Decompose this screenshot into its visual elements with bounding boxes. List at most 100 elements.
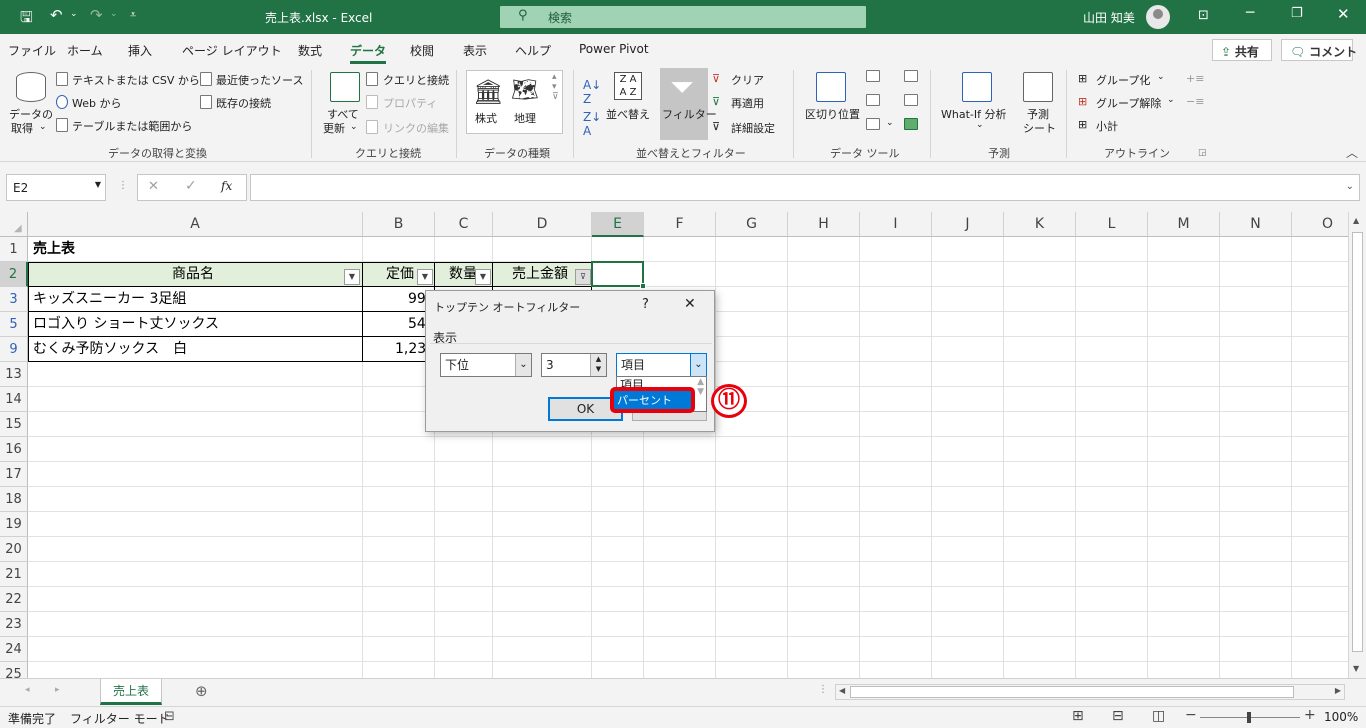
name-box[interactable]: E2 ▼ (6, 174, 106, 201)
advanced-button[interactable]: 詳細設定 (731, 120, 775, 136)
expand-formula-icon[interactable]: ⌄ (1346, 181, 1354, 192)
tab-formulas[interactable]: 数式 (298, 42, 322, 59)
recent-sources-button[interactable]: 最近使ったソース (216, 72, 303, 88)
col-header-g[interactable]: G (716, 212, 788, 237)
consolidate-icon[interactable] (904, 70, 918, 82)
tab-view[interactable]: 表示 (463, 42, 487, 59)
tab-home[interactable]: ホーム (67, 42, 103, 59)
edit-links-button[interactable]: リンクの編集 (383, 120, 449, 136)
col-header-d[interactable]: D (493, 212, 592, 237)
scroll-up-icon[interactable]: ▲ (1353, 216, 1359, 225)
add-sheet-icon[interactable]: ⊕ (195, 682, 208, 700)
col-header-n[interactable]: N (1220, 212, 1292, 237)
advanced-filter-icon[interactable]: ⊽ (712, 120, 720, 133)
save-icon[interactable]: 🖫 (20, 7, 33, 32)
undo-icon[interactable]: ↶ (50, 6, 63, 24)
cell-c2[interactable]: 数量 (449, 262, 477, 287)
search-box[interactable]: ⚲ 検索 (500, 6, 866, 28)
data-validation-icon[interactable] (866, 118, 880, 130)
queries-connections-button[interactable]: クエリと接続 (383, 72, 449, 88)
existing-connections-button[interactable]: 既存の接続 (216, 95, 271, 111)
active-cell-e2[interactable] (591, 261, 644, 287)
dialog-help-button[interactable]: ? (642, 297, 649, 312)
cell-a3[interactable]: キッズスニーカー 3足組 (33, 287, 186, 312)
fill-handle[interactable] (640, 283, 646, 289)
row-header-3[interactable]: 3 (0, 287, 28, 312)
sort-az-icon[interactable]: A↓ Z (583, 78, 601, 106)
col-header-i[interactable]: I (860, 212, 932, 237)
macro-record-icon[interactable]: ⊟ (164, 709, 175, 724)
confirm-entry-icon[interactable]: ✓ (185, 178, 197, 194)
horizontal-scrollbar[interactable]: ◀ ▶ (835, 684, 1345, 700)
ungroup-chevron-icon[interactable]: ⌄ (1167, 95, 1175, 105)
unit-select[interactable]: 項目 ⌄ (616, 353, 707, 377)
sort-icon[interactable]: Z AA Z (614, 72, 642, 100)
row-header-22[interactable]: 22 (0, 587, 28, 612)
clear-filter-icon[interactable]: ⊽ (712, 72, 720, 85)
scroll-left-icon[interactable]: ◀ (839, 686, 845, 695)
tab-insert[interactable]: 挿入 (128, 42, 152, 59)
col-header-h[interactable]: H (788, 212, 860, 237)
tab-power-pivot[interactable]: Power Pivot (579, 42, 649, 56)
minimize-icon[interactable]: ─ (1246, 5, 1254, 21)
spinner-buttons[interactable]: ▲ ▼ (590, 354, 606, 376)
insert-function-icon[interactable]: fx (221, 179, 232, 193)
scroll-right-icon[interactable]: ▶ (1335, 686, 1341, 695)
text-csv-button[interactable]: テキストまたは CSV から (72, 72, 200, 88)
unit-dropdown-icon[interactable]: ⌄ (690, 354, 706, 376)
count-spinner[interactable]: 3 ▲ ▼ (541, 353, 607, 377)
col-header-e[interactable]: E (592, 212, 644, 237)
cancel-entry-icon[interactable]: ✕ (148, 179, 159, 194)
cell-a2[interactable]: 商品名 (172, 262, 214, 287)
collapse-ribbon-icon[interactable]: ︿ (1346, 144, 1358, 161)
list-scroll-icon[interactable]: ▲ ▼ (697, 377, 704, 397)
what-if-button[interactable]: What-If 分析 (941, 106, 1006, 122)
geography-button[interactable]: 地理 (514, 110, 536, 126)
cell-d2[interactable]: 売上金額 (512, 262, 568, 287)
row-header-25[interactable]: 25 (0, 662, 28, 678)
refresh-all-label2[interactable]: 更新 (323, 120, 345, 136)
tab-review[interactable]: 校閲 (410, 42, 434, 59)
formula-input[interactable]: ⌄ (250, 174, 1360, 201)
what-if-chevron-icon[interactable]: ⌄ (976, 120, 984, 130)
cell-a9[interactable]: むくみ予防ソックス 白 (33, 337, 187, 362)
cell-a5[interactable]: ロゴ入り ショート丈ソックス (33, 312, 219, 337)
col-header-b[interactable]: B (363, 212, 435, 237)
what-if-icon[interactable] (962, 72, 992, 102)
scroll-down-icon[interactable]: ▼ (1353, 664, 1359, 673)
redo-icon[interactable]: ↷ (90, 6, 103, 24)
next-sheet-icon[interactable]: ▸ (55, 685, 60, 695)
stocks-button[interactable]: 株式 (475, 110, 497, 126)
filter-dropdown-b[interactable]: ▼ (417, 269, 433, 285)
hide-detail-icon[interactable]: −≡ (1186, 95, 1204, 108)
cell-b5[interactable]: 54 (408, 312, 426, 337)
col-header-j[interactable]: J (932, 212, 1004, 237)
restore-icon[interactable]: ❐ (1291, 6, 1303, 21)
tab-help[interactable]: ヘルプ (515, 42, 551, 59)
group-button[interactable]: グループ化 (1096, 72, 1150, 88)
col-header-o[interactable]: O (1292, 212, 1348, 237)
zoom-level[interactable]: 100% (1324, 710, 1358, 724)
row-header-5[interactable]: 5 (0, 312, 28, 337)
row-header-17[interactable]: 17 (0, 462, 28, 487)
order-select[interactable]: 下位 ⌄ (440, 353, 532, 377)
tab-file[interactable]: ファイル (8, 42, 56, 59)
properties-button[interactable]: プロパティ (383, 95, 437, 111)
forecast-sheet-icon[interactable] (1023, 72, 1053, 102)
relationships-icon[interactable] (904, 94, 918, 106)
subtotal-button[interactable]: 小計 (1096, 118, 1118, 134)
get-data-label2[interactable]: 取得 (11, 120, 33, 136)
tab-split-icon[interactable]: ⋮ (818, 684, 828, 695)
filter-active-dropdown-d[interactable]: ⊽ (575, 269, 591, 285)
close-window-icon[interactable]: ✕ (1337, 5, 1350, 23)
text-to-columns-button[interactable]: 区切り位置 (805, 106, 860, 122)
outline-dialog-launcher-icon[interactable]: ◲ (1198, 148, 1207, 158)
cell-b9[interactable]: 1,23 (395, 337, 426, 362)
get-data-icon[interactable] (16, 72, 46, 102)
name-box-dropdown-icon[interactable]: ▼ (95, 180, 101, 189)
row-header-15[interactable]: 15 (0, 412, 28, 437)
cell-b2[interactable]: 定価 (386, 262, 414, 287)
normal-view-icon[interactable]: ⊞ (1072, 708, 1084, 724)
dialog-close-button[interactable]: ✕ (684, 296, 696, 312)
col-header-c[interactable]: C (435, 212, 493, 237)
